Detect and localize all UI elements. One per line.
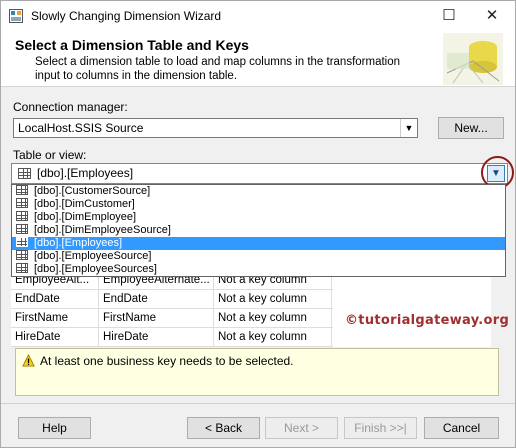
page-description: Select a dimension table to load and map… [35, 56, 401, 82]
next-button[interactable]: Next > [265, 417, 338, 439]
connection-manager-label: Connection manager: [13, 100, 128, 114]
dimension-column-cell[interactable]: FirstName [99, 309, 214, 328]
option-label: [dbo].[DimEmployee] [34, 211, 137, 223]
table-or-view-value: [dbo].[Employees] [37, 166, 134, 180]
table-or-view-current: [dbo].[Employees] [18, 166, 133, 180]
dropdown-option[interactable]: [dbo].[EmployeeSource] [12, 250, 505, 263]
footer-divider [1, 403, 515, 404]
table-icon [16, 263, 28, 273]
key-type-cell[interactable]: Not a key column [214, 309, 332, 328]
option-label: [dbo].[DimCustomer] [34, 198, 135, 210]
back-button[interactable]: < Back [187, 417, 260, 439]
new-connection-button[interactable]: New... [438, 117, 504, 139]
close-button[interactable]: ✕ [469, 1, 515, 31]
input-column-cell[interactable]: HireDate [11, 328, 99, 347]
dimension-column-cell[interactable]: HireDate [99, 328, 214, 347]
warning-icon [22, 354, 35, 367]
option-label: [dbo].[CustomerSource] [34, 185, 151, 197]
option-label: [dbo].[EmployeeSource] [34, 250, 152, 262]
column-mapping-grid[interactable]: EmployeeAlt... EmployeeAlternate... Not … [11, 271, 491, 347]
table-row[interactable]: FirstName FirstName Not a key column [11, 309, 333, 328]
table-icon [18, 168, 31, 180]
table-icon [16, 198, 28, 208]
page-title: Select a Dimension Table and Keys [15, 37, 249, 53]
connection-manager-select[interactable]: LocalHost.SSIS Source ▼ [13, 118, 418, 138]
help-button[interactable]: Help [18, 417, 91, 439]
table-row[interactable]: HireDate HireDate Not a key column [11, 328, 333, 347]
warning-message: At least one business key needs to be se… [40, 354, 294, 368]
key-type-cell[interactable]: Not a key column [214, 290, 332, 309]
wizard-header: Select a Dimension Table and Keys Select… [1, 31, 515, 87]
dimension-column-cell[interactable]: EndDate [99, 290, 214, 309]
table-icon [16, 224, 28, 234]
option-label: [dbo].[EmployeeSources] [34, 263, 157, 275]
dropdown-option[interactable]: [dbo].[CustomerSource] [12, 185, 505, 198]
wizard-banner-icon [443, 33, 503, 85]
dropdown-option[interactable]: [dbo].[EmployeeSources] [12, 263, 505, 276]
dropdown-option[interactable]: [dbo].[DimEmployee] [12, 211, 505, 224]
table-or-view-label: Table or view: [13, 148, 87, 162]
connection-manager-value: LocalHost.SSIS Source [18, 121, 144, 135]
key-type-cell[interactable]: Not a key column [214, 328, 332, 347]
maximize-button[interactable]: ☐ [429, 1, 469, 31]
finish-button[interactable]: Finish >>| [344, 417, 417, 439]
table-or-view-dropdown[interactable]: [dbo].[CustomerSource] [dbo].[DimCustome… [11, 184, 506, 277]
option-label: [dbo].[Employees] [34, 237, 123, 249]
table-or-view-select[interactable]: [dbo].[Employees] ▼ [11, 163, 508, 184]
app-icon [9, 9, 23, 23]
table-icon [16, 185, 28, 195]
input-column-cell[interactable]: FirstName [11, 309, 99, 328]
table-row[interactable]: EndDate EndDate Not a key column [11, 290, 333, 309]
title-bar: Slowly Changing Dimension Wizard ☐ ✕ [1, 1, 515, 31]
table-icon [16, 237, 28, 247]
window-title: Slowly Changing Dimension Wizard [31, 9, 222, 23]
chevron-down-icon[interactable]: ▼ [400, 119, 417, 137]
table-icon [16, 211, 28, 221]
dropdown-option-selected[interactable]: [dbo].[Employees] [12, 237, 505, 250]
dropdown-option[interactable]: [dbo].[DimCustomer] [12, 198, 505, 211]
cancel-button[interactable]: Cancel [424, 417, 499, 439]
table-icon [16, 250, 28, 260]
wizard-window: Slowly Changing Dimension Wizard ☐ ✕ Sel… [0, 0, 516, 448]
watermark: ©tutorialgateway.org [345, 313, 510, 328]
option-label: [dbo].[DimEmployeeSource] [34, 224, 171, 236]
warning-panel: At least one business key needs to be se… [15, 348, 499, 396]
dropdown-option[interactable]: [dbo].[DimEmployeeSource] [12, 224, 505, 237]
input-column-cell[interactable]: EndDate [11, 290, 99, 309]
